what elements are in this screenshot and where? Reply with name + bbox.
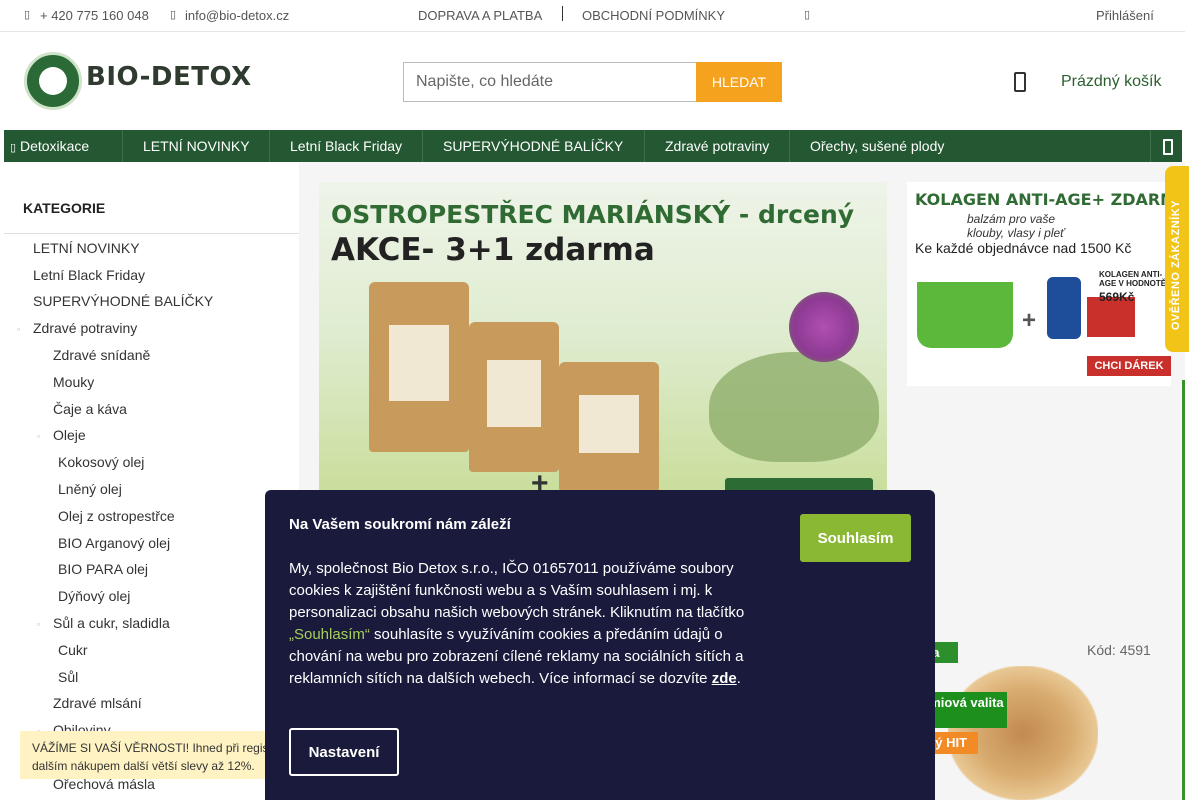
basket-image (917, 282, 1013, 348)
main-navigation: ▯ Detoxikace LETNÍ NOVINKY Letní Black F… (4, 130, 1182, 162)
loyalty-bar[interactable]: VÁŽÍME SI VAŠÍ VĚRNOSTI! Ihned při regis… (20, 731, 270, 779)
product-bag-image (469, 322, 559, 472)
category-item[interactable]: Oleje (53, 427, 86, 443)
nav-divider (644, 130, 645, 162)
verified-badge-text: OVĚŘENO ZÁKAZNÍKY (1170, 200, 1182, 331)
terms-link[interactable]: OBCHODNÍ PODMÍNKY (582, 8, 725, 23)
logo-text: BIO-DETOX (86, 62, 252, 92)
cookie-title: Na Vašem soukromí nám záleží (289, 516, 511, 533)
plus-sign: + (531, 467, 549, 492)
category-item[interactable]: Zdravé snídaně (53, 347, 150, 363)
loyalty-text-line1: VÁŽÍME SI VAŠÍ VĚRNOSTI! Ihned při regis (32, 741, 269, 755)
thistle-flower-image (789, 292, 859, 362)
shipping-link[interactable]: DOPRAVA A PLATBA (418, 8, 542, 23)
cookie-more-info-link[interactable]: zde (712, 670, 737, 687)
kolagen-label: KOLAGEN ANTI-AGE V HODNOTĚ (1099, 270, 1167, 288)
cookie-text: My, společnost Bio Detox s.r.o., IČO 016… (289, 558, 779, 690)
product-bag-image (559, 362, 659, 492)
nav-divider (269, 130, 270, 162)
email-icon: ▯ (170, 9, 177, 21)
logo[interactable]: BIO-DETOX (24, 50, 254, 110)
thistle-leaves-image (709, 352, 879, 462)
nav-more-icon[interactable] (1150, 130, 1182, 162)
decorative-strip (1182, 380, 1185, 800)
cookie-consent-dialog: Na Vašem soukromí nám záleží Souhlasím M… (265, 490, 935, 800)
nav-item-zdrave-potraviny[interactable]: Zdravé potraviny (665, 130, 769, 162)
category-item[interactable]: Letní Black Friday (33, 267, 145, 283)
cookie-text-highlight: „Souhlasím“ (289, 626, 370, 643)
category-title: KATEGORIE (23, 200, 106, 216)
expand-icon[interactable]: ▫ (37, 619, 40, 629)
plus-sign: + (1022, 307, 1037, 334)
cookie-settings-button[interactable]: Nastavení (289, 728, 399, 776)
category-item[interactable]: BIO Arganový olej (58, 535, 170, 551)
nav-item-orechy[interactable]: Ořechy, sušené plody (810, 130, 944, 162)
promo-banner-side[interactable]: KOLAGEN ANTI-AGE+ ZDARMA balzám pro vaše… (907, 182, 1171, 386)
gift-button[interactable]: CHCI DÁREK (1087, 356, 1171, 376)
category-item[interactable]: Mouky (53, 374, 94, 390)
category-item[interactable]: BIO PARA olej (58, 561, 148, 577)
nav-divider (789, 130, 790, 162)
category-item[interactable]: LETNÍ NOVINKY (33, 240, 140, 256)
logo-emblem-icon (24, 52, 82, 110)
category-item[interactable]: Sůl (58, 669, 78, 685)
banner-subtitle: AKCE- 3+1 zdarma (331, 232, 655, 268)
cookie-text-part: My, společnost Bio Detox s.r.o., IČO 016… (289, 560, 745, 621)
nav-divider (422, 130, 423, 162)
divider (562, 6, 563, 21)
category-item[interactable]: Dýňový olej (58, 588, 130, 604)
cookie-text-end: . (736, 670, 741, 687)
nav-item-label: Detoxikace (19, 138, 90, 154)
product-bag-image (369, 282, 469, 452)
kolagen-price: 569Kč (1099, 290, 1135, 304)
category-item[interactable]: Zdravé mlsání (53, 695, 142, 711)
nav-item-detoxikace[interactable]: ▯ Detoxikace (10, 130, 89, 162)
login-link[interactable]: Přihlášení (1096, 8, 1154, 23)
category-item[interactable]: Čaje a káva (53, 401, 127, 417)
category-list (4, 233, 299, 234)
promo-banner-main[interactable]: OSTROPESTŘEC MARIÁNSKÝ - drcený AKCE- 3+… (319, 182, 887, 492)
category-item[interactable]: Lněný olej (58, 481, 122, 497)
email-link[interactable]: info@bio-detox.cz (185, 8, 289, 23)
category-item[interactable]: Kokosový olej (58, 454, 144, 470)
category-item[interactable]: Cukr (58, 642, 88, 658)
phone-icon: ▯ (24, 9, 31, 21)
cart-label[interactable]: Prázdný košík (1061, 73, 1161, 91)
menu-icon: ▯ (10, 142, 17, 154)
category-item[interactable]: Zdravé potraviny (33, 320, 137, 336)
accept-cookies-button[interactable]: Souhlasím (800, 514, 911, 562)
cart-icon[interactable] (1014, 72, 1026, 92)
nav-item-balicky[interactable]: SUPERVÝHODNÉ BALÍČKY (443, 130, 623, 162)
category-item[interactable]: SUPERVÝHODNÉ BALÍČKY (33, 293, 213, 309)
search-input[interactable] (403, 62, 697, 102)
side-banner-title: KOLAGEN ANTI-AGE+ ZDARMA (915, 190, 1171, 209)
banner-title: OSTROPESTŘEC MARIÁNSKÝ - drcený (331, 200, 855, 229)
search-button[interactable]: HLEDAT (696, 62, 782, 102)
category-item[interactable]: Sůl a cukr, sladidla (53, 615, 170, 631)
category-item[interactable]: Olej z ostropestřce (58, 508, 175, 524)
side-banner-order-text: Ke každé objednávce nad 1500 Kč (915, 240, 1132, 256)
side-banner-subtitle: balzám pro vaše klouby, vlasy i pleť (967, 212, 1065, 240)
nav-divider (122, 130, 123, 162)
phone-number[interactable]: + 420 775 160 048 (40, 8, 149, 23)
loyalty-text-line2: dalším nákupem další větší slevy až 12%. (32, 759, 255, 773)
social-icon[interactable]: ▯ (804, 8, 810, 21)
kolagen-jar-image (1047, 277, 1081, 339)
expand-icon[interactable]: ▫ (17, 324, 20, 334)
product-code: Kód: 4591 (1087, 642, 1151, 658)
nav-item-black-friday[interactable]: Letní Black Friday (290, 130, 402, 162)
expand-icon[interactable]: ▫ (37, 431, 40, 441)
top-bar: ▯ + 420 775 160 048 ▯ info@bio-detox.cz … (0, 0, 1185, 32)
nav-item-letni-novinky[interactable]: LETNÍ NOVINKY (143, 130, 250, 162)
